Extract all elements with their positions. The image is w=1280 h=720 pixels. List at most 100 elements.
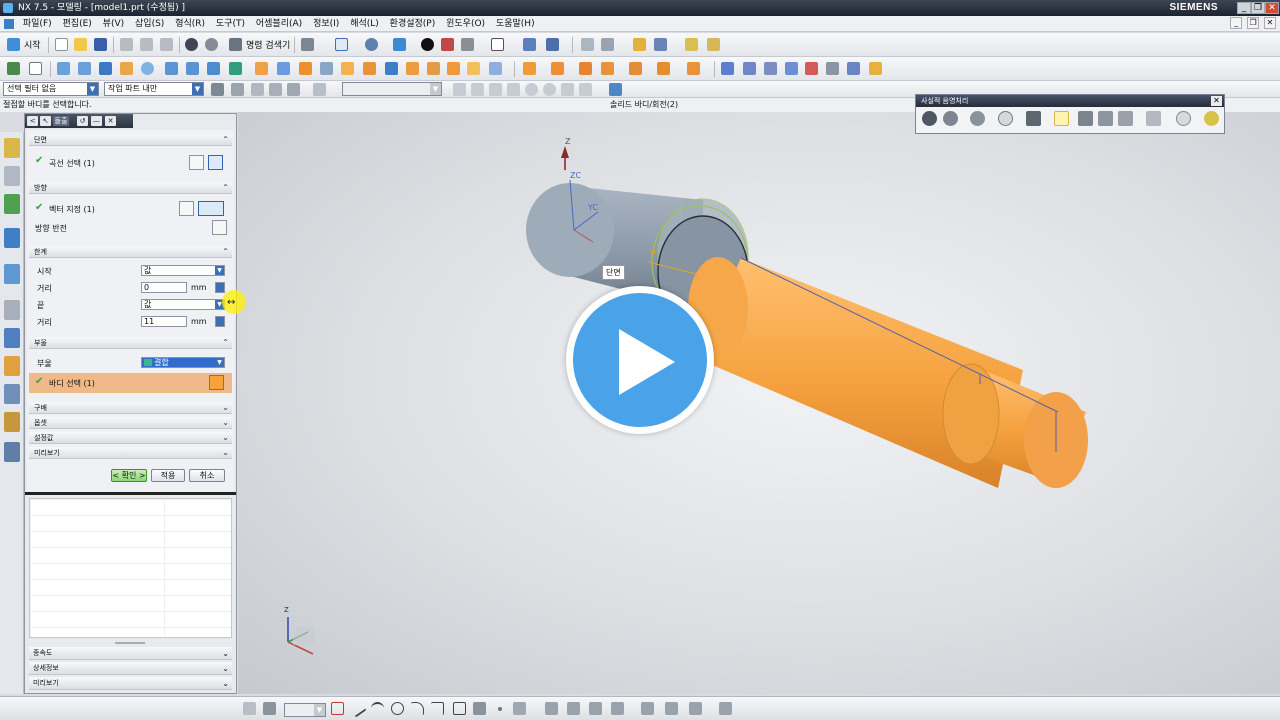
offset-group-header[interactable]: 옵셋 ⌄ [29,417,232,429]
reset-icon[interactable]: ↺ [77,116,88,126]
vector-type-dropdown[interactable] [198,201,224,216]
graphics-window[interactable]: Z ZC YC Z [238,112,1280,694]
wcs-icon[interactable] [545,37,561,53]
menu-preferences[interactable]: 환경설정(P) [386,16,440,32]
material-sphere-icon[interactable] [970,111,985,126]
swept-icon[interactable] [742,61,758,77]
n-sided-surface-icon[interactable] [784,61,800,77]
snap-filter-icon[interactable] [230,82,246,98]
menu-window[interactable]: 윈도우(O) [442,16,489,32]
show-constraints-icon[interactable] [718,701,734,717]
view-orientation-icon[interactable] [392,37,408,53]
shadow-icon[interactable] [1098,111,1113,126]
grid-icon[interactable] [1146,111,1161,126]
draft-icon[interactable] [405,61,421,77]
select-body-button[interactable] [209,375,224,390]
select-curve-row[interactable]: ✔ 곡선 선택 (1) [29,152,232,174]
fillet-icon[interactable] [410,701,426,717]
circle-icon[interactable] [390,701,406,717]
sketch-plane-icon[interactable] [262,701,278,717]
menu-insert[interactable]: 삽입(S) [131,16,168,32]
preview-group-header[interactable]: 미리보기 ⌄ [29,447,232,459]
minimize-button[interactable]: _ [1237,2,1251,14]
close-icon[interactable]: ✕ [105,116,116,126]
menu-tools[interactable]: 도구(T) [212,16,249,32]
dependencies-panel-header[interactable]: 종속도 ⌄ [29,647,232,660]
menu-assemblies[interactable]: 어셈블리(A) [252,16,306,32]
back-arrow-icon[interactable]: < [27,116,38,126]
model-canvas[interactable]: Z ZC YC Z [238,112,1280,694]
copy-icon[interactable] [139,37,155,53]
menu-information[interactable]: 정보(I) [309,16,343,32]
menu-file[interactable]: 파일(F) [19,16,56,32]
specify-vector-row[interactable]: ✔ 벡터 지정 (1) [29,200,232,218]
mirror-curve-icon[interactable] [610,701,626,717]
studio-surface-icon[interactable] [763,61,779,77]
rotate-view-icon[interactable] [364,37,380,53]
chamfer-icon[interactable] [319,61,335,77]
subtract-icon[interactable] [254,61,270,77]
select-group-icon[interactable] [312,82,328,98]
lighting-icon[interactable] [1054,111,1069,126]
constraints-icon[interactable] [640,701,656,717]
selection-filter-dropdown[interactable]: 선택 필터 없음 ▼ [3,82,99,96]
snap-quadrant-icon[interactable] [542,82,558,98]
video-play-button[interactable] [566,286,714,434]
history-icon[interactable] [4,300,20,320]
system-scenes-icon[interactable] [4,442,20,462]
block-icon[interactable] [98,61,114,77]
view-triad-icon[interactable] [608,82,624,98]
move-face-icon[interactable] [522,61,538,77]
snap-midpoint-icon[interactable] [470,82,486,98]
end-distance-menu-button[interactable] [215,316,225,327]
offset-region-icon[interactable] [656,61,672,77]
shaded-icon[interactable] [440,37,456,53]
shaded-with-edges-icon[interactable] [420,37,436,53]
sew-icon[interactable] [846,61,862,77]
select-body-row[interactable]: ✔ 바디 선택 (1) [29,373,232,393]
boolean-group-header[interactable]: 부울 ⌃ [29,337,232,349]
cut-icon[interactable] [119,37,135,53]
chamfer-sketch-icon[interactable] [430,701,446,717]
snap-on-curve-icon[interactable] [578,82,594,98]
mdi-restore-button[interactable]: ❐ [1247,17,1260,29]
edge-blend-icon[interactable] [298,61,314,77]
menu-help[interactable]: 도움말(H) [492,16,539,32]
pin-icon[interactable]: ↖ [40,116,51,126]
settings-icon[interactable] [1204,111,1219,126]
no-effect-icon[interactable] [1176,111,1191,126]
measure-angle-icon[interactable] [706,37,722,53]
end-distance-input[interactable]: 11 [141,316,187,327]
dimension-icon[interactable] [664,701,680,717]
environment-icon[interactable] [922,111,937,126]
part-navigator-icon[interactable] [4,194,20,214]
paste-icon[interactable] [159,37,175,53]
stage-icon[interactable] [1118,111,1133,126]
sketch-section-button[interactable] [189,155,204,170]
hole-icon[interactable] [164,61,180,77]
curve-select-button[interactable] [208,155,223,170]
rectangle-icon[interactable] [452,701,468,717]
selection-scope-dropdown[interactable]: 작업 파트 내만 ▼ [104,82,204,96]
web-browser-icon[interactable] [4,264,20,284]
draft-group-header[interactable]: 구배 ⌄ [29,402,232,414]
line-icon[interactable] [348,699,367,718]
preview-panel-header[interactable]: 미리보기 ⌄ [29,677,232,690]
measure-distance-icon[interactable] [684,37,700,53]
sphere-icon[interactable] [140,61,156,77]
sketch-task-icon[interactable] [6,61,22,77]
law-extension-icon[interactable] [825,61,841,77]
start-limit-dropdown[interactable]: 값 ▼ [141,265,225,276]
through-curves-icon[interactable] [720,61,736,77]
quick-extend-icon[interactable] [566,701,582,717]
static-wireframe-icon[interactable] [460,37,476,53]
offset-curve-icon[interactable] [512,701,528,717]
navigator-list[interactable] [29,498,232,638]
snap-end-icon[interactable] [653,37,669,53]
snap-existing-point-icon[interactable] [560,82,576,98]
bridge-surface-icon[interactable] [804,61,820,77]
direction-group-header[interactable]: 방향 ⌃ [29,182,232,194]
background-sphere-icon[interactable] [943,111,958,126]
reflection-icon[interactable] [1078,111,1093,126]
menu-analysis[interactable]: 해석(L) [346,16,383,32]
